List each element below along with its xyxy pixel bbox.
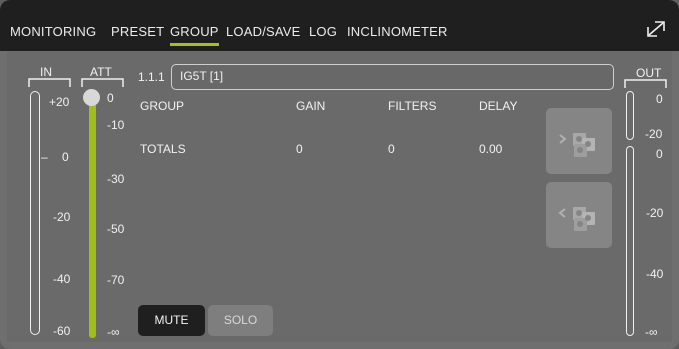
att-scale-minus10: -10 <box>107 118 125 132</box>
solo-button[interactable]: SOLO <box>208 305 273 336</box>
tab-group[interactable]: GROUP <box>170 24 219 46</box>
out-scale-minus20-upper: -20 <box>645 127 663 141</box>
out-scale-0-upper: 0 <box>656 92 663 106</box>
in-bracket <box>28 78 71 87</box>
totals-filters: 0 <box>388 142 395 156</box>
col-header-delay: DELAY <box>479 99 518 113</box>
tab-inclinometer[interactable]: INCLINOMETER <box>347 24 448 39</box>
out-meter-upper <box>626 91 634 140</box>
in-label: IN <box>40 65 52 79</box>
top-nav: MONITORING PRESET GROUP LOAD/SAVE LOG IN… <box>0 0 679 51</box>
totals-delay: 0.00 <box>479 142 503 156</box>
expand-icon[interactable] <box>646 20 666 38</box>
tab-load-save[interactable]: LOAD/SAVE <box>226 24 301 39</box>
app-frame: MONITORING PRESET GROUP LOAD/SAVE LOG IN… <box>0 0 679 349</box>
tab-monitoring[interactable]: MONITORING <box>10 24 96 39</box>
totals-gain: 0 <box>296 142 303 156</box>
in-scale-minus40: -40 <box>53 272 71 286</box>
att-scale-minus50: -50 <box>107 222 125 236</box>
in-scale-minus20: -20 <box>53 210 71 224</box>
out-scale-minus20-lower: -20 <box>646 206 664 220</box>
out-bracket <box>624 79 667 88</box>
speaker-remove-icon <box>558 207 595 231</box>
remove-from-group-button[interactable] <box>546 182 612 248</box>
group-name-value: IG5T [1] <box>180 69 224 83</box>
mute-button[interactable]: MUTE <box>138 305 205 336</box>
group-name-field[interactable]: IG5T [1] <box>171 64 614 90</box>
out-label: OUT <box>636 66 662 80</box>
in-scale-minus60: -60 <box>53 324 71 338</box>
att-scale-minus-inf: -∞ <box>107 325 120 339</box>
out-meter-lower <box>626 146 634 336</box>
att-scale-0: 0 <box>107 91 114 105</box>
in-scale-20: +20 <box>49 95 70 109</box>
col-header-group: GROUP <box>140 99 185 113</box>
out-scale-0-lower: 0 <box>656 147 663 161</box>
col-header-gain: GAIN <box>296 99 326 113</box>
att-scale-minus70: -70 <box>107 273 125 287</box>
out-scale-minus-inf: -∞ <box>645 325 658 339</box>
in-scale-0: 0 <box>62 150 69 164</box>
att-bracket <box>81 78 124 87</box>
att-slider-handle[interactable] <box>83 89 100 106</box>
in-level-marker: – <box>41 150 48 164</box>
in-meter <box>30 91 40 335</box>
group-id: 1.1.1 <box>138 70 165 84</box>
att-scale-minus30: -30 <box>107 172 125 186</box>
tab-preset[interactable]: PRESET <box>111 24 164 39</box>
att-slider-track[interactable] <box>89 93 96 338</box>
add-to-group-button[interactable] <box>546 108 612 174</box>
att-label: ATT <box>90 65 112 79</box>
totals-label: TOTALS <box>140 142 186 156</box>
col-header-filters: FILTERS <box>388 99 437 113</box>
speaker-add-icon <box>559 133 595 157</box>
out-scale-minus40: -40 <box>646 267 664 281</box>
tab-log[interactable]: LOG <box>309 24 337 39</box>
